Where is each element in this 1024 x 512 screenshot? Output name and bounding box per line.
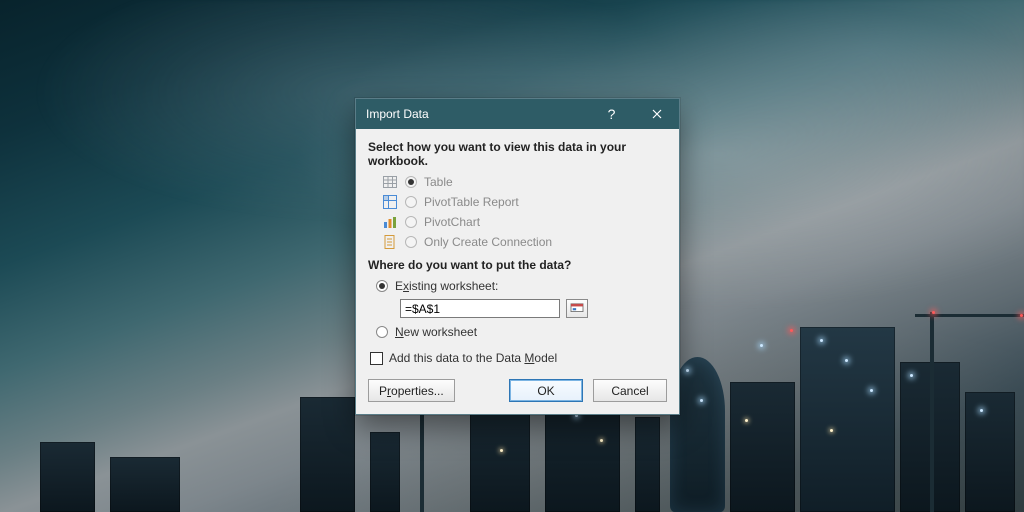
radio-connection-only [405,236,417,248]
label-new-worksheet: New worksheet [395,325,477,339]
add-to-data-model-row[interactable]: Add this data to the Data Model [370,351,667,365]
properties-button[interactable]: Properties... [368,379,455,402]
label-pivotchart: PivotChart [424,215,480,229]
dialog-body: Select how you want to view this data in… [356,129,679,414]
option-pivottable: PivotTable Report [382,192,667,212]
radio-existing-worksheet[interactable] [376,280,388,292]
option-connection-only: Only Create Connection [382,232,667,252]
radio-pivotchart [405,216,417,228]
collapse-dialog-button[interactable] [566,299,588,318]
desktop-wallpaper: Import Data ? Select how you want to vie… [0,0,1024,512]
option-existing-worksheet[interactable]: Existing worksheet: [376,276,667,296]
pivotchart-icon [382,214,398,230]
range-picker-icon [570,303,584,315]
cancel-button[interactable]: Cancel [593,379,667,402]
table-icon [382,174,398,190]
connection-icon [382,234,398,250]
cell-reference-input[interactable] [400,299,560,318]
label-pivottable: PivotTable Report [424,195,519,209]
dialog-footer: Properties... OK Cancel [368,379,667,402]
close-icon [652,109,662,119]
help-icon: ? [608,106,616,122]
option-new-worksheet[interactable]: New worksheet [376,322,667,342]
radio-table [405,176,417,188]
radio-pivottable [405,196,417,208]
dialog-title: Import Data [366,107,589,121]
label-table: Table [424,175,453,189]
close-button[interactable] [634,99,679,129]
view-heading: Select how you want to view this data in… [368,140,667,168]
option-pivotchart: PivotChart [382,212,667,232]
label-connection-only: Only Create Connection [424,235,552,249]
label-existing-worksheet: Existing worksheet: [395,279,498,293]
import-data-dialog: Import Data ? Select how you want to vie… [355,98,680,415]
label-data-model: Add this data to the Data Model [389,351,557,365]
dialog-titlebar[interactable]: Import Data ? [356,99,679,129]
checkbox-data-model[interactable] [370,352,383,365]
option-table: Table [382,172,667,192]
cell-reference-row [400,299,667,318]
radio-new-worksheet[interactable] [376,326,388,338]
help-button[interactable]: ? [589,99,634,129]
location-heading: Where do you want to put the data? [368,258,667,272]
ok-button[interactable]: OK [509,379,583,402]
pivottable-icon [382,194,398,210]
